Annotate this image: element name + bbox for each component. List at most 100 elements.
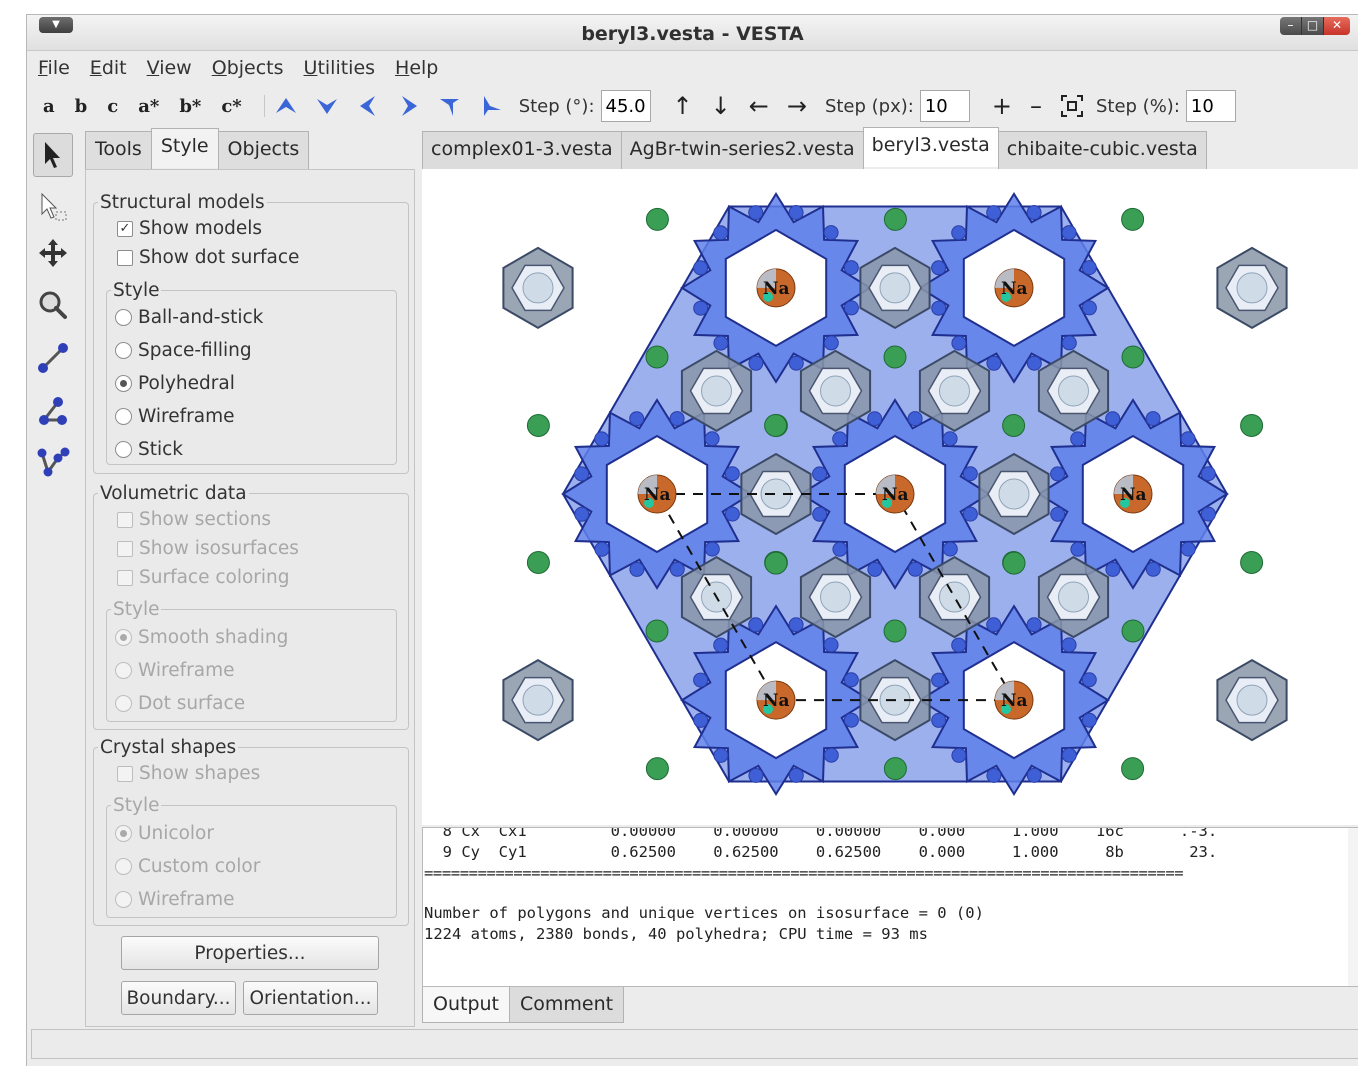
radio-dot-surface[interactable]	[115, 695, 132, 712]
radio-ball-and-stick[interactable]	[115, 309, 132, 326]
toolbar-separator	[263, 95, 265, 117]
menu-objects[interactable]: Objects	[212, 57, 284, 79]
magnify-tool-button[interactable]	[33, 283, 73, 327]
vol-smooth-shading-row[interactable]: Smooth shading	[115, 627, 288, 648]
oxygen-atom	[1105, 561, 1121, 577]
show-models-row[interactable]: ✓ Show models	[117, 218, 262, 239]
style-polyhedral-row[interactable]: Polyhedral	[115, 373, 235, 394]
silicon-atom	[1058, 375, 1089, 407]
oxygen-atom	[748, 205, 764, 221]
show-dot-surface-checkbox[interactable]	[117, 249, 133, 266]
surface-coloring-row[interactable]: Surface coloring	[117, 567, 290, 588]
shape-unicolor-row[interactable]: Unicolor	[115, 823, 214, 844]
style-space-filling-row[interactable]: Space-filling	[115, 340, 252, 361]
tab-agbr-twin-series2[interactable]: AgBr-twin-series2.vesta	[620, 131, 864, 169]
radio-polyhedral[interactable]	[115, 375, 132, 392]
menu-file[interactable]: File	[38, 57, 70, 79]
dihedral-tool-button[interactable]	[33, 441, 73, 485]
radio-stick[interactable]	[115, 441, 132, 458]
view-along-a-star-button[interactable]: a*	[138, 96, 159, 117]
rotate-up-icon[interactable]	[273, 93, 299, 119]
zoom-in-icon[interactable]: +	[992, 92, 1012, 120]
translate-up-icon[interactable]: ↑	[673, 92, 693, 120]
oxygen-atom	[951, 747, 967, 763]
beryllium-atom	[1240, 414, 1264, 437]
rotate-left-icon[interactable]	[355, 93, 381, 119]
radio-vol-wireframe[interactable]	[115, 662, 132, 679]
tab-complex01-3[interactable]: complex01-3.vesta	[422, 131, 622, 169]
view-along-c-button[interactable]: c	[107, 96, 118, 117]
show-sections-checkbox[interactable]	[117, 511, 133, 528]
show-sections-row[interactable]: Show sections	[117, 509, 271, 530]
oxygen-atom	[823, 747, 839, 763]
show-models-checkbox[interactable]: ✓	[117, 220, 133, 237]
translation-step-input[interactable]	[919, 90, 970, 122]
tab-chibaite-cubic[interactable]: chibaite-cubic.vesta	[997, 131, 1207, 169]
translate-down-icon[interactable]: ↓	[711, 92, 731, 120]
oxygen-atom	[986, 355, 1002, 371]
output-line: 9 Cy Cy1 0.62500 0.62500 0.62500 0.000 1…	[424, 843, 1218, 861]
menu-help[interactable]: Help	[395, 57, 438, 79]
style-stick-row[interactable]: Stick	[115, 439, 183, 460]
surface-coloring-checkbox[interactable]	[117, 569, 133, 586]
menu-view[interactable]: View	[147, 57, 192, 79]
select-region-tool-button[interactable]	[33, 185, 73, 229]
output-console[interactable]: 8 Cx Cx1 0.00000 0.00000 0.00000 0.000 1…	[422, 827, 1358, 987]
view-along-a-button[interactable]: a	[43, 96, 55, 117]
orientation-button[interactable]: Orientation...	[243, 981, 378, 1015]
tab-style[interactable]: Style	[150, 128, 219, 168]
properties-button[interactable]: Properties...	[121, 936, 379, 970]
radio-unicolor[interactable]	[115, 825, 132, 842]
tab-tools[interactable]: Tools	[85, 131, 152, 169]
maximize-button[interactable]: □	[1302, 17, 1324, 35]
output-scrollbar[interactable]	[1348, 828, 1358, 986]
show-isosurfaces-checkbox[interactable]	[117, 540, 133, 557]
boundary-button[interactable]: Boundary...	[121, 981, 236, 1015]
show-shapes-checkbox[interactable]	[117, 765, 133, 782]
rotate-down-icon[interactable]	[314, 93, 340, 119]
tab-beryl3[interactable]: beryl3.vesta	[862, 127, 999, 167]
radio-custom-color[interactable]	[115, 858, 132, 875]
rotate-counterclockwise-icon[interactable]	[437, 93, 463, 119]
style-wireframe-row[interactable]: Wireframe	[115, 406, 234, 427]
view-along-b-button[interactable]: b	[75, 96, 88, 117]
translate-tool-button[interactable]	[33, 231, 73, 275]
menu-utilities[interactable]: Utilities	[304, 57, 376, 79]
beryllium-atom	[645, 207, 669, 231]
silicon-atom	[820, 581, 851, 613]
zoom-out-icon[interactable]: –	[1030, 92, 1042, 120]
translate-left-icon[interactable]: ←	[749, 92, 769, 120]
radio-smooth-shading[interactable]	[115, 629, 132, 646]
shape-wireframe-row[interactable]: Wireframe	[115, 889, 234, 910]
distance-tool-button[interactable]	[33, 336, 73, 380]
vol-wireframe-row[interactable]: Wireframe	[115, 660, 234, 681]
minimize-button[interactable]: –	[1280, 17, 1302, 35]
radio-wireframe[interactable]	[115, 408, 132, 425]
tab-output[interactable]: Output	[422, 987, 510, 1023]
shape-custom-color-row[interactable]: Custom color	[115, 856, 260, 877]
rotation-step-input[interactable]	[600, 90, 651, 122]
radio-space-filling[interactable]	[115, 342, 132, 359]
menu-edit[interactable]: Edit	[90, 57, 127, 79]
close-button[interactable]: ✕	[1324, 17, 1350, 35]
crystal-structure-view[interactable]: Na Na Na Na Na Na Na	[422, 40, 1358, 948]
show-shapes-row[interactable]: Show shapes	[117, 763, 260, 784]
view-along-c-star-button[interactable]: c*	[221, 96, 241, 117]
view-along-b-star-button[interactable]: b*	[179, 96, 201, 117]
fit-to-screen-icon[interactable]	[1060, 94, 1084, 118]
tab-comment[interactable]: Comment	[509, 987, 625, 1023]
angle-tool-button[interactable]	[33, 389, 73, 433]
show-dot-surface-row[interactable]: Show dot surface	[117, 247, 299, 268]
radio-shape-wireframe[interactable]	[115, 891, 132, 908]
translate-right-icon[interactable]: →	[787, 92, 807, 120]
show-isosurfaces-row[interactable]: Show isosurfaces	[117, 538, 299, 559]
rotate-right-icon[interactable]	[396, 93, 422, 119]
rotate-clockwise-icon[interactable]	[478, 93, 504, 119]
tab-objects[interactable]: Objects	[217, 131, 310, 169]
select-tool-button[interactable]	[33, 133, 73, 177]
zoom-step-input[interactable]	[1185, 90, 1236, 122]
structure-viewport[interactable]: Na Na Na Na Na Na Na	[422, 40, 1358, 948]
style-ball-and-stick-row[interactable]: Ball-and-stick	[115, 307, 263, 328]
oxygen-atom	[1026, 617, 1042, 633]
vol-dot-surface-row[interactable]: Dot surface	[115, 693, 245, 714]
